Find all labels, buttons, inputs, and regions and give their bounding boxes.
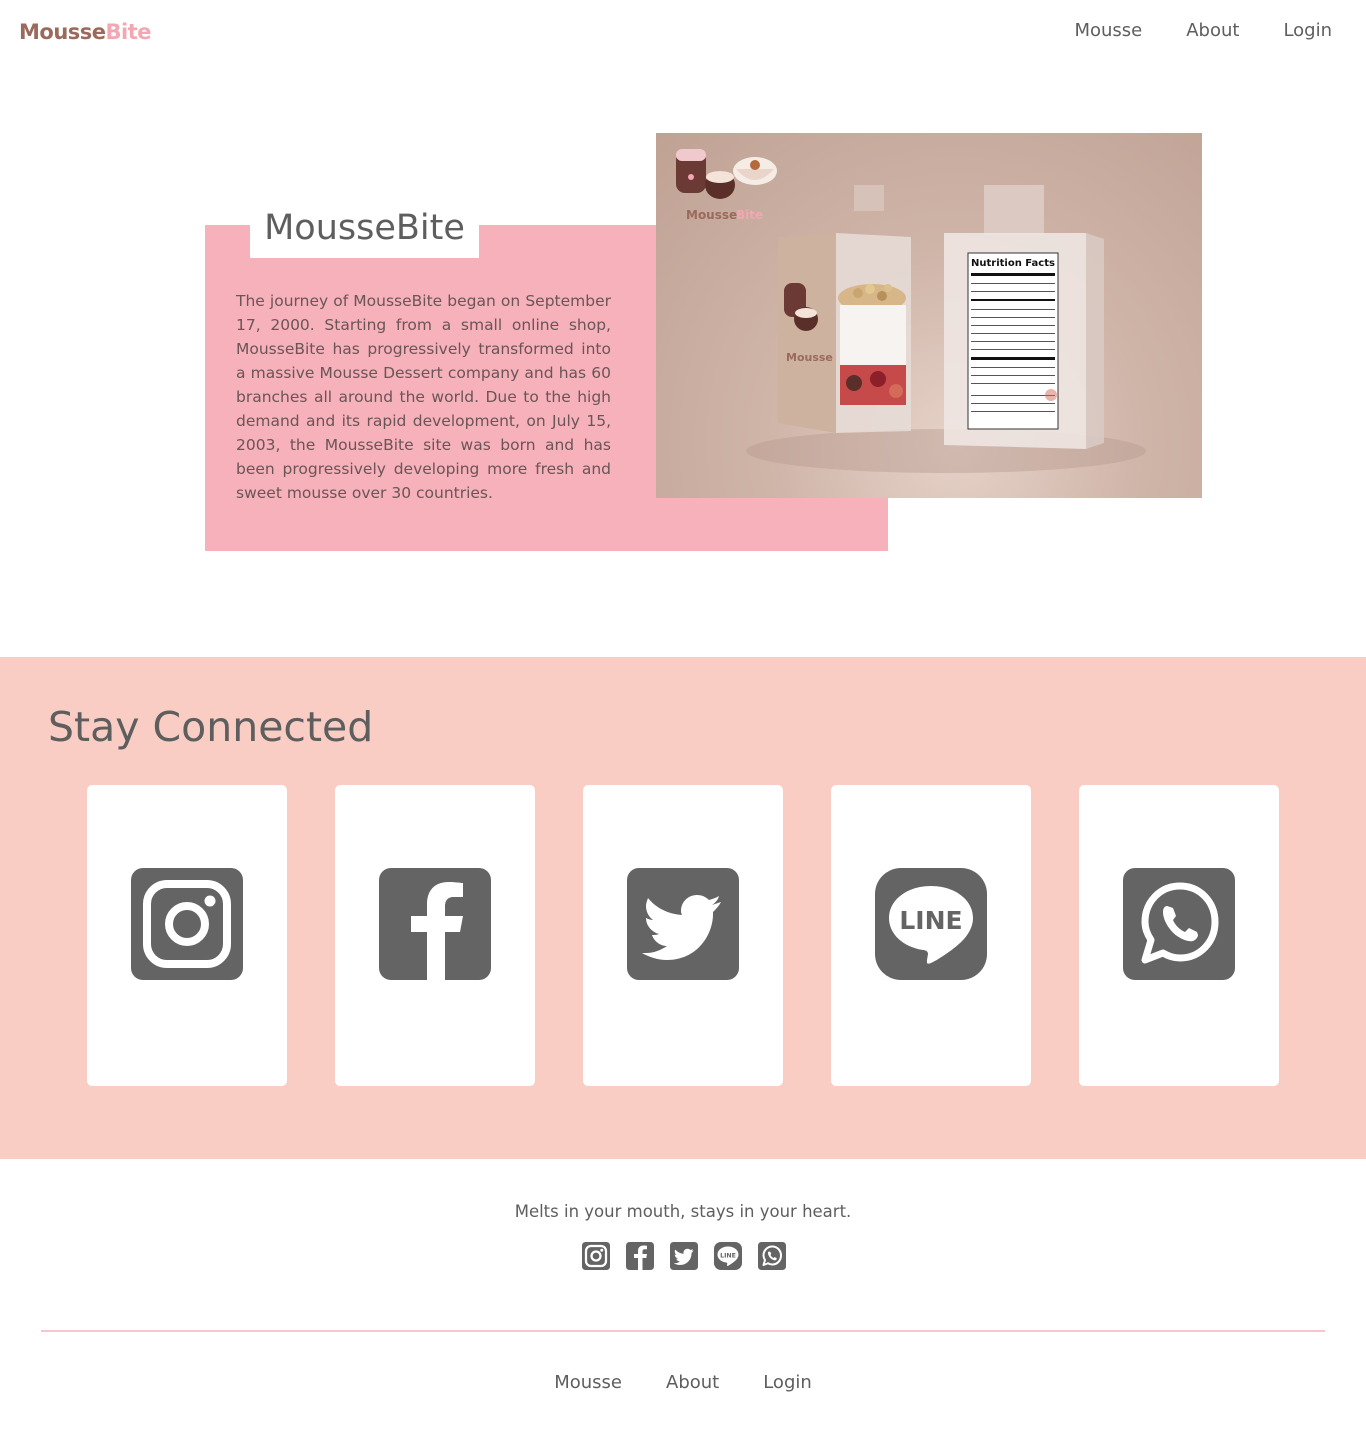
footer-nav: Mousse About Login [0,1372,1366,1394]
logo-text-bite: Bite [105,20,152,44]
site-header: MousseBite Mousse About Login [0,0,1366,62]
footer-link-login[interactable]: Login [763,1372,812,1394]
whatsapp-card[interactable] [1079,785,1279,1086]
footer-divider [41,1330,1325,1332]
footer-facebook-icon[interactable] [626,1242,654,1270]
footer-link-mousse[interactable]: Mousse [554,1372,622,1394]
nav-link-mousse[interactable]: Mousse [1074,20,1142,42]
image-brand-bite: Bite [736,208,763,222]
footer-whatsapp-icon[interactable] [758,1242,786,1270]
image-brand-mousse: Mousse [686,208,737,222]
logo-text-mousse: Mousse [19,20,106,44]
about-title: MousseBite [264,208,465,248]
line-card[interactable]: LINE [831,785,1031,1086]
about-text: The journey of MousseBite began on Septe… [236,292,611,502]
nav-link-about[interactable]: About [1186,20,1239,42]
footer-social-icons: LINE [582,1242,786,1270]
product-image: Mousse Bite Mousse Nutrition Facts [656,133,1202,498]
facebook-card[interactable] [335,785,535,1086]
main-nav: Mousse About Login [1074,20,1332,42]
svg-text:Mousse: Mousse [786,351,833,364]
twitter-card[interactable] [583,785,783,1086]
footer-line-logo-text: LINE [720,1252,736,1259]
stay-connected-title: Stay Connected [48,703,374,751]
footer-tagline: Melts in your mouth, stays in your heart… [514,1202,852,1221]
facebook-icon [379,868,491,980]
brand-mascot-icon [676,149,777,199]
footer-instagram-icon[interactable] [582,1242,610,1270]
nav-link-login[interactable]: Login [1283,20,1332,42]
instagram-card[interactable] [87,785,287,1086]
product-illustration: Mousse Bite Mousse Nutrition Facts [676,149,1146,473]
site-logo[interactable]: MousseBite [19,18,152,46]
whatsapp-icon [1123,868,1235,980]
twitter-icon [627,868,739,980]
footer-line-icon[interactable]: LINE [714,1242,742,1270]
footer-link-about[interactable]: About [666,1372,719,1394]
right-package: Nutrition Facts [944,185,1104,449]
left-package: Mousse [778,185,911,433]
about-title-tab: MousseBite [250,192,479,258]
stay-connected-section: Stay Connected LINE [0,657,1366,1159]
nutrition-label-title: Nutrition Facts [971,258,1055,269]
instagram-icon [131,868,243,980]
line-logo-text: LINE [899,906,962,935]
footer-twitter-icon[interactable] [670,1242,698,1270]
line-icon: LINE [875,868,987,980]
